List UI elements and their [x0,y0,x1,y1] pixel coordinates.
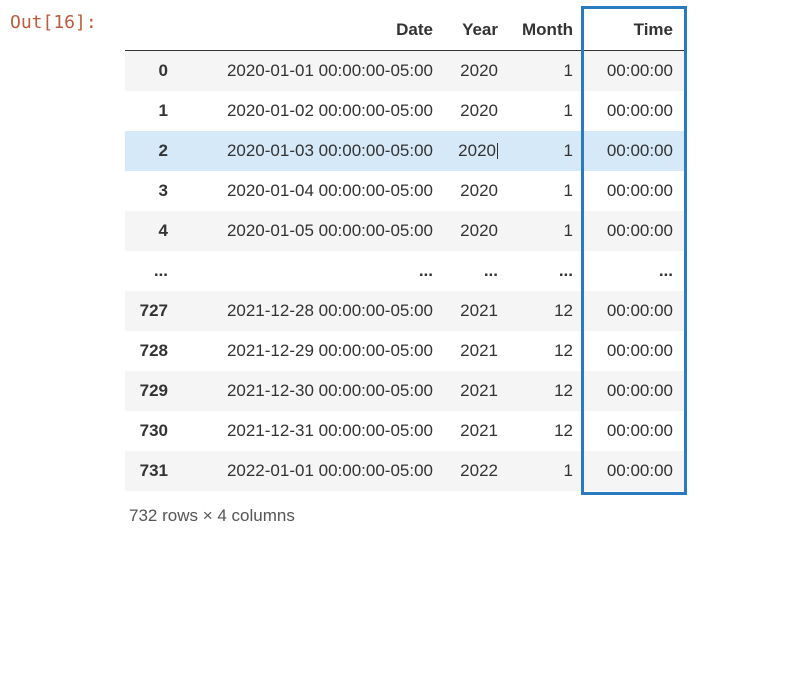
cell-date: ... [180,251,445,291]
cell-year: 2020 [445,211,510,251]
cell-time: 00:00:00 [585,331,685,371]
cell-date: 2020-01-01 00:00:00-05:00 [180,51,445,92]
table-row[interactable]: 32020-01-04 00:00:00-05:002020100:00:00 [125,171,685,211]
header-month: Month [510,10,585,51]
cell-date: 2020-01-05 00:00:00-05:00 [180,211,445,251]
cell-time: 00:00:00 [585,371,685,411]
cell-month: 1 [510,171,585,211]
header-index [125,10,180,51]
row-index: 2 [125,131,180,171]
cell-month: ... [510,251,585,291]
cell-year: 2021 [445,371,510,411]
cell-time: 00:00:00 [585,171,685,211]
table-row[interactable]: 02020-01-01 00:00:00-05:002020100:00:00 [125,51,685,92]
cell-time: ... [585,251,685,291]
table-row[interactable]: 7282021-12-29 00:00:00-05:0020211200:00:… [125,331,685,371]
row-index: 728 [125,331,180,371]
row-index: 0 [125,51,180,92]
cell-year: 2022 [445,451,510,491]
cell-time: 00:00:00 [585,91,685,131]
cell-month: 12 [510,331,585,371]
cell-month: 1 [510,451,585,491]
table-row[interactable]: 22020-01-03 00:00:00-05:002020100:00:00 [125,131,685,171]
cell-date: 2021-12-31 00:00:00-05:00 [180,411,445,451]
header-time: Time [585,10,685,51]
header-row: Date Year Month Time [125,10,685,51]
table-row[interactable]: 7272021-12-28 00:00:00-05:0020211200:00:… [125,291,685,331]
cell-month: 12 [510,411,585,451]
row-index: 729 [125,371,180,411]
cell-time: 00:00:00 [585,411,685,451]
table-row[interactable]: 42020-01-05 00:00:00-05:002020100:00:00 [125,211,685,251]
cell-date: 2021-12-30 00:00:00-05:00 [180,371,445,411]
table-row[interactable]: 12020-01-02 00:00:00-05:002020100:00:00 [125,91,685,131]
cell-date: 2021-12-28 00:00:00-05:00 [180,291,445,331]
row-index: 730 [125,411,180,451]
cell-year: 2020 [445,51,510,92]
cell-date: 2022-01-01 00:00:00-05:00 [180,451,445,491]
cell-year: 2021 [445,291,510,331]
row-index: ... [125,251,180,291]
row-index: 4 [125,211,180,251]
cell-year: ... [445,251,510,291]
row-index: 727 [125,291,180,331]
cell-date: 2021-12-29 00:00:00-05:00 [180,331,445,371]
cell-time: 00:00:00 [585,451,685,491]
cell-time: 00:00:00 [585,211,685,251]
cell-year: 2021 [445,411,510,451]
cell-month: 1 [510,211,585,251]
cell-date: 2020-01-02 00:00:00-05:00 [180,91,445,131]
output-label: Out[16]: [10,10,125,33]
table-row[interactable]: ............... [125,251,685,291]
cell-year: 2020 [445,171,510,211]
cell-month: 12 [510,291,585,331]
cell-time: 00:00:00 [585,291,685,331]
row-index: 3 [125,171,180,211]
table-row[interactable]: 7312022-01-01 00:00:00-05:002022100:00:0… [125,451,685,491]
cell-month: 1 [510,131,585,171]
cell-month: 1 [510,91,585,131]
cell-date: 2020-01-04 00:00:00-05:00 [180,171,445,211]
table-footer: 732 rows × 4 columns [125,491,797,526]
cell-year: 2020 [445,91,510,131]
dataframe-table[interactable]: Date Year Month Time 02020-01-01 00:00:0… [125,10,685,491]
row-index: 731 [125,451,180,491]
cell-time: 00:00:00 [585,51,685,92]
cell-time: 00:00:00 [585,131,685,171]
cell-date: 2020-01-03 00:00:00-05:00 [180,131,445,171]
cell-year: 2020 [445,131,510,171]
cell-year: 2021 [445,331,510,371]
row-index: 1 [125,91,180,131]
table-row[interactable]: 7302021-12-31 00:00:00-05:0020211200:00:… [125,411,685,451]
table-row[interactable]: 7292021-12-30 00:00:00-05:0020211200:00:… [125,371,685,411]
header-year: Year [445,10,510,51]
cell-month: 1 [510,51,585,92]
cell-month: 12 [510,371,585,411]
header-date: Date [180,10,445,51]
